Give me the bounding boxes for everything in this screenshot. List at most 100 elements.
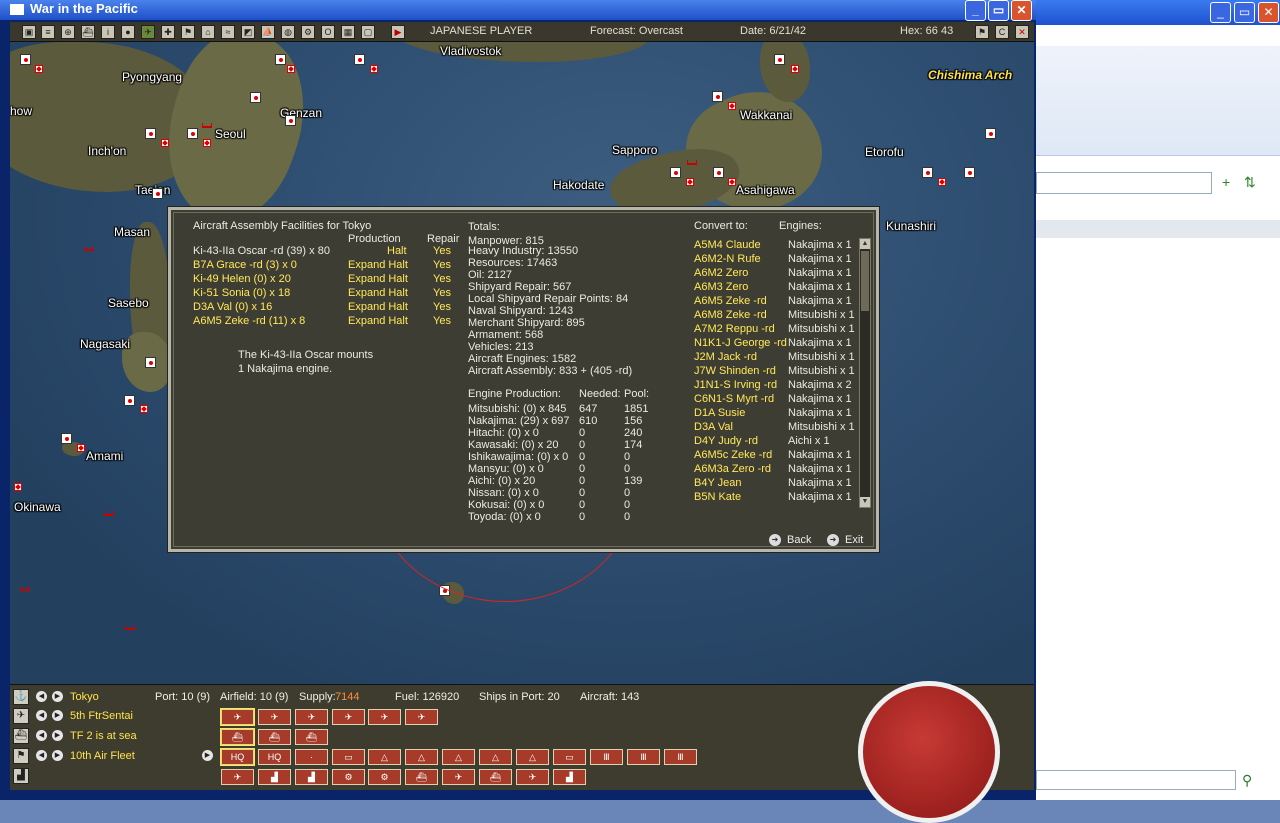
convert-item[interactable]: A5M4 Claude	[694, 239, 761, 251]
base-marker[interactable]	[145, 128, 156, 139]
prev-arrow-icon[interactable]: ◀	[36, 710, 47, 721]
base-marker[interactable]	[985, 128, 996, 139]
exit-button[interactable]: ➜ Exit	[827, 534, 863, 546]
unit-marker[interactable]	[287, 65, 295, 73]
base-marker[interactable]	[61, 433, 72, 444]
unit-marker[interactable]	[938, 178, 946, 186]
facility-button[interactable]: ✈	[221, 769, 254, 785]
map-label-inchon[interactable]: Inch'on	[88, 144, 126, 158]
search-icon[interactable]: ⚲	[1242, 772, 1252, 789]
unit-marker[interactable]	[140, 405, 148, 413]
engine-name[interactable]: Nakajima: (29) x 697	[468, 415, 570, 427]
base-marker[interactable]	[670, 167, 681, 178]
aircraft-repair[interactable]: Yes	[433, 287, 451, 299]
convert-item[interactable]: A6M5c Zeke -rd	[694, 449, 772, 461]
map-label-kunashiri[interactable]: Kunashiri	[886, 219, 936, 233]
aircraft-production[interactable]: Expand Halt	[348, 315, 408, 327]
base-marker[interactable]	[20, 54, 31, 65]
base-marker[interactable]	[187, 128, 198, 139]
swap-icon[interactable]: ◩	[241, 25, 255, 39]
aircraft-repair[interactable]: Yes	[433, 245, 451, 257]
convert-item[interactable]: B4Y Jean	[694, 477, 742, 489]
engine-name[interactable]: Mitsubishi: (0) x 845	[468, 403, 566, 415]
toolbar-close-icon[interactable]: ✕	[1015, 25, 1029, 39]
group-icon[interactable]: ⊕	[61, 25, 75, 39]
convert-item[interactable]: D1A Susie	[694, 407, 745, 419]
base-marker[interactable]	[712, 91, 723, 102]
anchor-icon[interactable]: ⚓	[13, 689, 29, 705]
unit-button[interactable]: △	[442, 749, 475, 765]
map-label-etorofu[interactable]: Etorofu	[865, 145, 904, 159]
unit-button[interactable]: ▭	[332, 749, 365, 765]
engine-name[interactable]: Kokusai: (0) x 0	[468, 499, 544, 511]
map-label-sasebo[interactable]: Sasebo	[108, 296, 149, 310]
tf-button[interactable]: ⛴	[295, 729, 328, 745]
unit-button[interactable]: △	[368, 749, 401, 765]
next-arrow-icon[interactable]: ▶	[52, 710, 63, 721]
recon-button[interactable]: ✈	[332, 709, 365, 725]
aircraft-repair[interactable]: Yes	[433, 301, 451, 313]
map-label-sapporo[interactable]: Sapporo	[612, 143, 657, 157]
cross-icon[interactable]: ✚	[161, 25, 175, 39]
engine-name[interactable]: Aichi: (0) x 20	[468, 475, 535, 487]
convert-scrollbar[interactable]: ▲ ▼	[859, 238, 871, 508]
bomber-button[interactable]: ✈	[258, 709, 291, 725]
unit-button[interactable]: △	[516, 749, 549, 765]
hq-button[interactable]: HQ	[220, 748, 255, 766]
unit-marker[interactable]	[728, 102, 736, 110]
unit-button[interactable]: ·	[295, 749, 328, 765]
unit-marker[interactable]	[161, 139, 169, 147]
convert-item[interactable]: D3A Val	[694, 421, 733, 433]
screen-icon[interactable]: ▢	[361, 25, 375, 39]
engine-name[interactable]: Mansyu: (0) x 0	[468, 463, 544, 475]
unit-button[interactable]: Ⅲ	[664, 749, 697, 765]
background-text-field[interactable]	[1036, 172, 1212, 194]
base-marker[interactable]	[152, 188, 163, 199]
factory-icon[interactable]: ▟	[13, 768, 29, 784]
base-marker[interactable]	[774, 54, 785, 65]
prev-arrow-icon[interactable]: ◀	[36, 750, 47, 761]
unit-button[interactable]: Ⅲ	[590, 749, 623, 765]
marker-icon[interactable]: ⚑	[975, 25, 989, 39]
base-marker[interactable]	[922, 167, 933, 178]
aircraft-repair[interactable]: Yes	[433, 273, 451, 285]
facility-button[interactable]: ⚙	[332, 769, 365, 785]
aircraft-repair[interactable]: Yes	[433, 259, 451, 271]
scroll-up-icon[interactable]: ▲	[860, 239, 870, 249]
map-label-asahigawa[interactable]: Asahigawa	[736, 183, 795, 197]
map-label-pyongyang[interactable]: Pyongyang	[122, 70, 182, 84]
op-icon[interactable]: O	[321, 25, 335, 39]
unit-marker[interactable]	[370, 65, 378, 73]
map-view[interactable]: ▣ ≡ ⊕ ⛴ i ● ✈ ✚ ⚑ ⌂ ≈ ◩ ⛵ ◍ ⚙ O ▦ ▢ ▶ JA…	[10, 22, 1034, 684]
convert-item[interactable]: A6M5 Zeke -rd	[694, 295, 767, 307]
fleet-icon[interactable]: ⛵	[261, 25, 275, 39]
convert-item[interactable]: A6M8 Zeke -rd	[694, 309, 767, 321]
base-marker[interactable]	[713, 167, 724, 178]
facility-button[interactable]: ⚙	[368, 769, 401, 785]
convert-item[interactable]: N1K1-J George -rd	[694, 337, 787, 349]
torpedo-button[interactable]: ✈	[295, 709, 328, 725]
aircraft-production[interactable]: Halt	[387, 245, 407, 257]
minimize-icon[interactable]: _	[965, 0, 986, 21]
ship-marker[interactable]	[202, 123, 212, 128]
tf-button[interactable]: ⛴	[258, 729, 291, 745]
unit-marker[interactable]	[203, 139, 211, 147]
base-marker[interactable]	[354, 54, 365, 65]
sub-icon[interactable]: ≈	[221, 25, 235, 39]
base-marker[interactable]	[964, 167, 975, 178]
unit-marker[interactable]	[791, 65, 799, 73]
close-icon[interactable]: ✕	[1011, 0, 1032, 21]
unit-button[interactable]: ▭	[553, 749, 586, 765]
scroll-thumb[interactable]	[861, 251, 869, 311]
aircraft-production[interactable]: Expand Halt	[348, 301, 408, 313]
convert-item[interactable]: A6M2 Zero	[694, 267, 748, 279]
flag-icon[interactable]: ●	[121, 25, 135, 39]
base-marker[interactable]	[250, 92, 261, 103]
unit-marker[interactable]	[686, 178, 694, 186]
ship-marker[interactable]	[104, 511, 114, 516]
base-marker[interactable]	[124, 395, 135, 406]
convert-item[interactable]: A7M2 Reppu -rd	[694, 323, 775, 335]
facility-button[interactable]: ⛴	[405, 769, 438, 785]
facility-button[interactable]: ✈	[442, 769, 475, 785]
engine-name[interactable]: Ishikawajima: (0) x 0	[468, 451, 568, 463]
